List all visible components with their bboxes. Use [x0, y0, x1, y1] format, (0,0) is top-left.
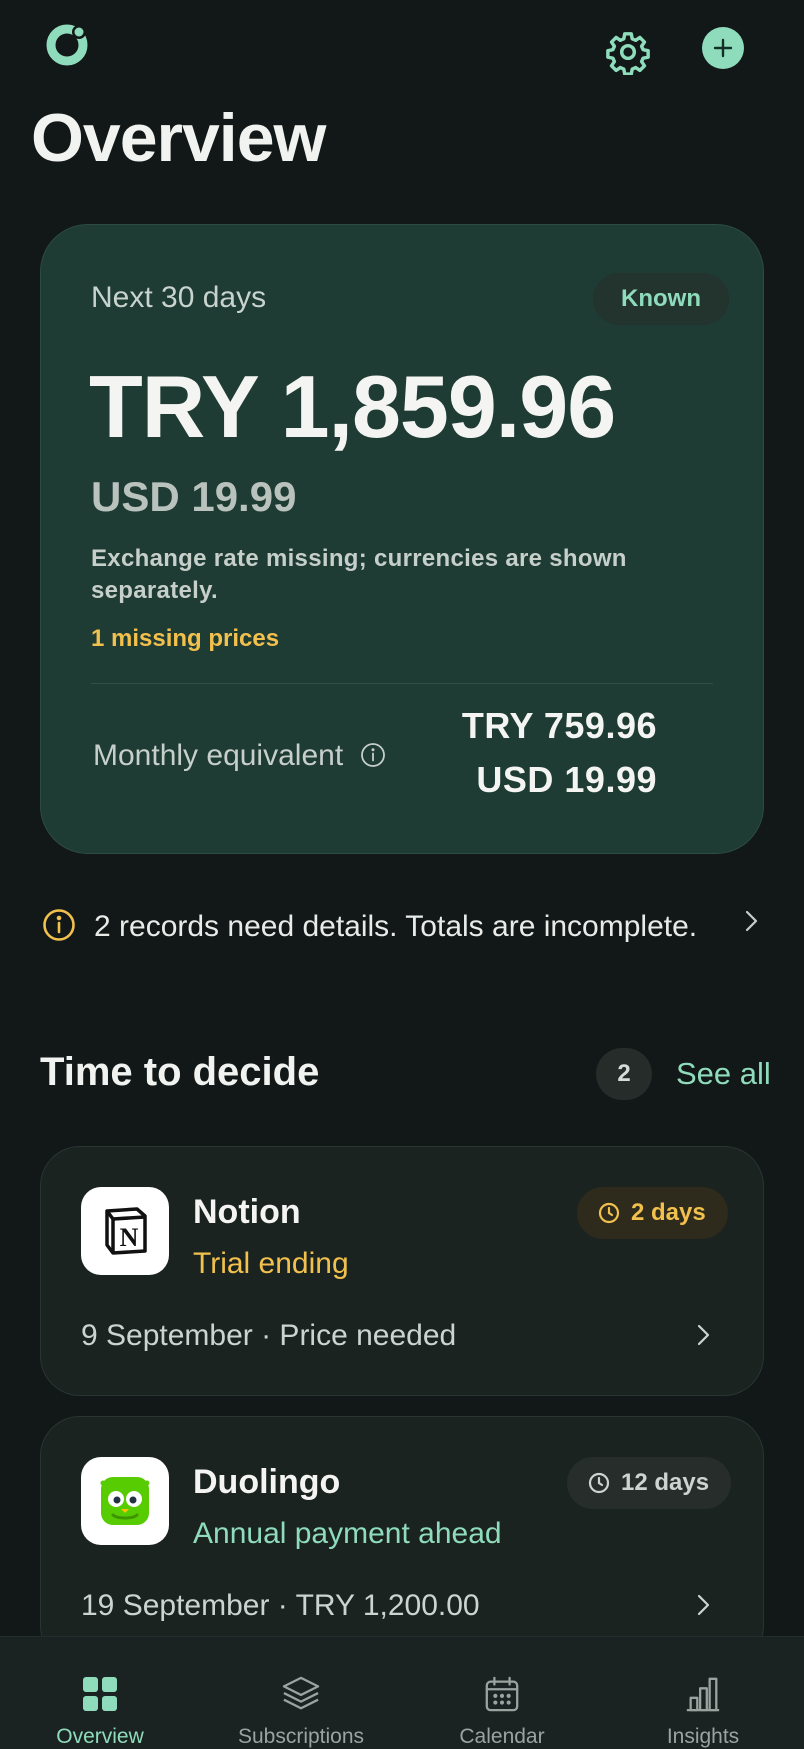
days-remaining-badge: 12 days [567, 1457, 732, 1509]
bar-chart-icon [686, 1677, 720, 1712]
settings-button[interactable] [600, 24, 656, 80]
app-logo-icon [42, 20, 92, 70]
page-title: Overview [31, 100, 326, 176]
total-primary-amount: TRY 1,859.96 [89, 357, 616, 456]
chevron-right-icon[interactable] [736, 906, 766, 936]
see-all-link[interactable]: See all [676, 1056, 771, 1092]
notion-logo-icon: N [81, 1187, 169, 1275]
duolingo-logo-icon [81, 1457, 169, 1545]
svg-text:N: N [120, 1223, 139, 1252]
plus-icon [713, 38, 733, 58]
gear-icon [606, 32, 650, 75]
chevron-right-icon[interactable] [689, 1591, 717, 1619]
clock-icon [598, 1202, 620, 1224]
subscription-detail: 19 September · TRY 1,200.00 [81, 1589, 480, 1622]
total-secondary-amount: USD 19.99 [91, 473, 297, 520]
section-title: Time to decide [40, 1050, 320, 1094]
nav-item-subscriptions[interactable]: Subscriptions [201, 1637, 401, 1749]
count-badge: 2 [596, 1048, 652, 1100]
calendar-icon [485, 1676, 519, 1712]
nav-label: Subscriptions [237, 1725, 365, 1748]
subscription-name: Duolingo [193, 1463, 341, 1501]
subscription-name: Notion [193, 1193, 301, 1231]
add-subscription-button[interactable] [702, 27, 744, 69]
subscription-card-duolingo[interactable]: Duolingo Annual payment ahead 12 days 19… [40, 1416, 764, 1666]
summary-card[interactable]: Next 30 days Known TRY 1,859.96 USD 19.9… [40, 224, 764, 854]
layers-icon [282, 1676, 320, 1710]
days-remaining-badge: 2 days [577, 1187, 728, 1239]
nav-item-calendar[interactable]: Calendar [402, 1637, 602, 1749]
period-label: Next 30 days [91, 281, 267, 314]
monthly-equivalent-label: Monthly equivalent [93, 739, 344, 772]
chevron-right-icon[interactable] [689, 1321, 717, 1349]
monthly-usd-amount: USD 19.99 [476, 759, 657, 800]
nav-label: Insights [666, 1725, 740, 1748]
subscription-status: Annual payment ahead [193, 1517, 502, 1550]
subscription-status: Trial ending [193, 1247, 349, 1280]
incomplete-records-notice[interactable]: 2 records need details. Totals are incom… [94, 910, 697, 944]
subscription-detail: 9 September · Price needed [81, 1319, 457, 1352]
days-remaining-label: 2 days [631, 1199, 706, 1226]
clock-icon [588, 1472, 610, 1494]
nav-item-overview[interactable]: Overview [0, 1637, 200, 1749]
bottom-navigation: Overview Subscriptions Calendar Insights [0, 1636, 804, 1749]
warning-info-icon [42, 908, 76, 942]
days-remaining-label: 12 days [621, 1469, 710, 1496]
divider [91, 683, 713, 684]
nav-label: Calendar [459, 1725, 545, 1748]
subscription-card-notion[interactable]: N Notion Trial ending 2 days 9 September… [40, 1146, 764, 1396]
nav-item-insights[interactable]: Insights [603, 1637, 803, 1749]
exchange-rate-note: Exchange rate missing; currencies are sh… [91, 545, 627, 604]
info-icon[interactable] [359, 741, 387, 769]
missing-prices-note[interactable]: 1 missing prices [91, 625, 279, 653]
monthly-try-amount: TRY 759.96 [461, 705, 657, 746]
nav-label: Overview [56, 1725, 144, 1748]
grid-icon [83, 1677, 117, 1711]
status-badge: Known [593, 273, 729, 325]
